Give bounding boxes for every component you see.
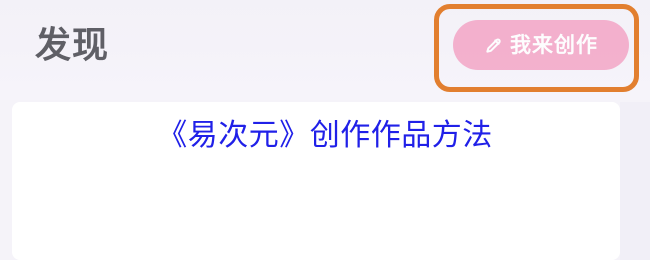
page-title: 发现 bbox=[35, 25, 110, 66]
create-button-label: 我来创作 bbox=[510, 32, 598, 57]
create-button[interactable]: 我来创作 bbox=[453, 20, 629, 70]
pencil-icon bbox=[486, 38, 501, 53]
article-title: 《易次元》创作作品方法 bbox=[157, 118, 493, 153]
